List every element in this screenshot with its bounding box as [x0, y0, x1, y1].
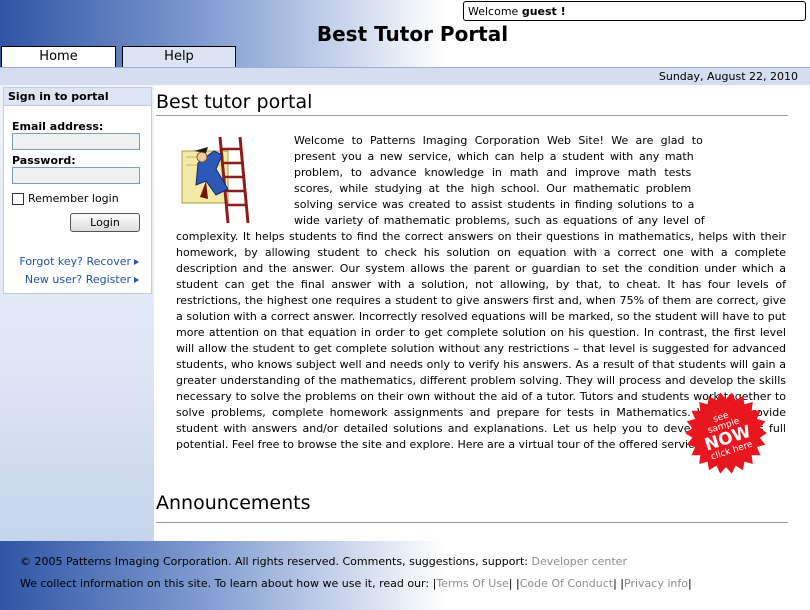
see-sample-now-badge[interactable]: see sample NOW click here	[684, 391, 768, 475]
starburst-icon: see sample NOW click here	[685, 392, 767, 474]
remember-label: Remember login	[28, 192, 119, 205]
footer: © 2005 Patterns Imaging Corporation. All…	[0, 541, 810, 610]
register-link[interactable]: New user? Register	[25, 273, 139, 286]
tab-home[interactable]: Home	[1, 46, 116, 68]
tab-help[interactable]: Help	[122, 46, 236, 67]
arrow-right-icon	[134, 276, 139, 283]
heading-divider	[156, 115, 788, 116]
remember-checkbox[interactable]	[12, 192, 24, 205]
terms-of-use-link[interactable]: Terms Of Use	[436, 577, 508, 590]
ladder-illustration	[176, 133, 294, 227]
main-content: Best tutor portal Welcome to Patterns Im…	[154, 85, 810, 541]
welcome-user: guest !	[521, 5, 566, 18]
email-label: Email address:	[12, 120, 104, 133]
password-field[interactable]	[12, 167, 140, 184]
info-text: We collect information on this site. To …	[20, 577, 433, 590]
footer-copyright-line: © 2005 Patterns Imaging Corporation. All…	[20, 555, 627, 568]
developer-center-link[interactable]: Developer center	[532, 555, 627, 568]
announcements-divider	[156, 522, 788, 523]
announcements-heading: Announcements	[156, 492, 311, 514]
email-field[interactable]	[12, 133, 140, 150]
login-title: Sign in to portal	[4, 88, 151, 106]
sidebar: Sign in to portal Email address: Passwor…	[0, 85, 154, 541]
student-ladder-icon	[181, 136, 250, 224]
date-bar: Sunday, August 22, 2010	[0, 67, 810, 85]
welcome-box: Welcome guest !	[463, 1, 806, 21]
badge-spacer	[691, 147, 786, 227]
page-heading: Best tutor portal	[156, 91, 313, 113]
current-date: Sunday, August 22, 2010	[658, 70, 798, 83]
privacy-info-link[interactable]: Privacy info	[624, 577, 688, 590]
remember-row: Remember login	[12, 192, 119, 205]
footer-info-line: We collect information on this site. To …	[20, 577, 692, 590]
welcome-prefix: Welcome	[468, 5, 522, 18]
password-label: Password:	[12, 154, 76, 167]
login-panel: Sign in to portal Email address: Passwor…	[3, 87, 152, 294]
arrow-right-icon	[134, 258, 139, 265]
forgot-key-link[interactable]: Forgot key? Recover	[19, 255, 139, 268]
copyright-text: © 2005 Patterns Imaging Corporation. All…	[20, 555, 532, 568]
header: Welcome guest ! Best Tutor Portal Home H…	[0, 0, 810, 68]
site-title: Best Tutor Portal	[316, 22, 509, 46]
register-label: New user? Register	[24, 273, 131, 286]
forgot-key-label: Forgot key? Recover	[19, 255, 131, 268]
code-of-conduct-link[interactable]: Code Of Conduct	[520, 577, 613, 590]
login-button[interactable]: Login	[70, 213, 140, 232]
